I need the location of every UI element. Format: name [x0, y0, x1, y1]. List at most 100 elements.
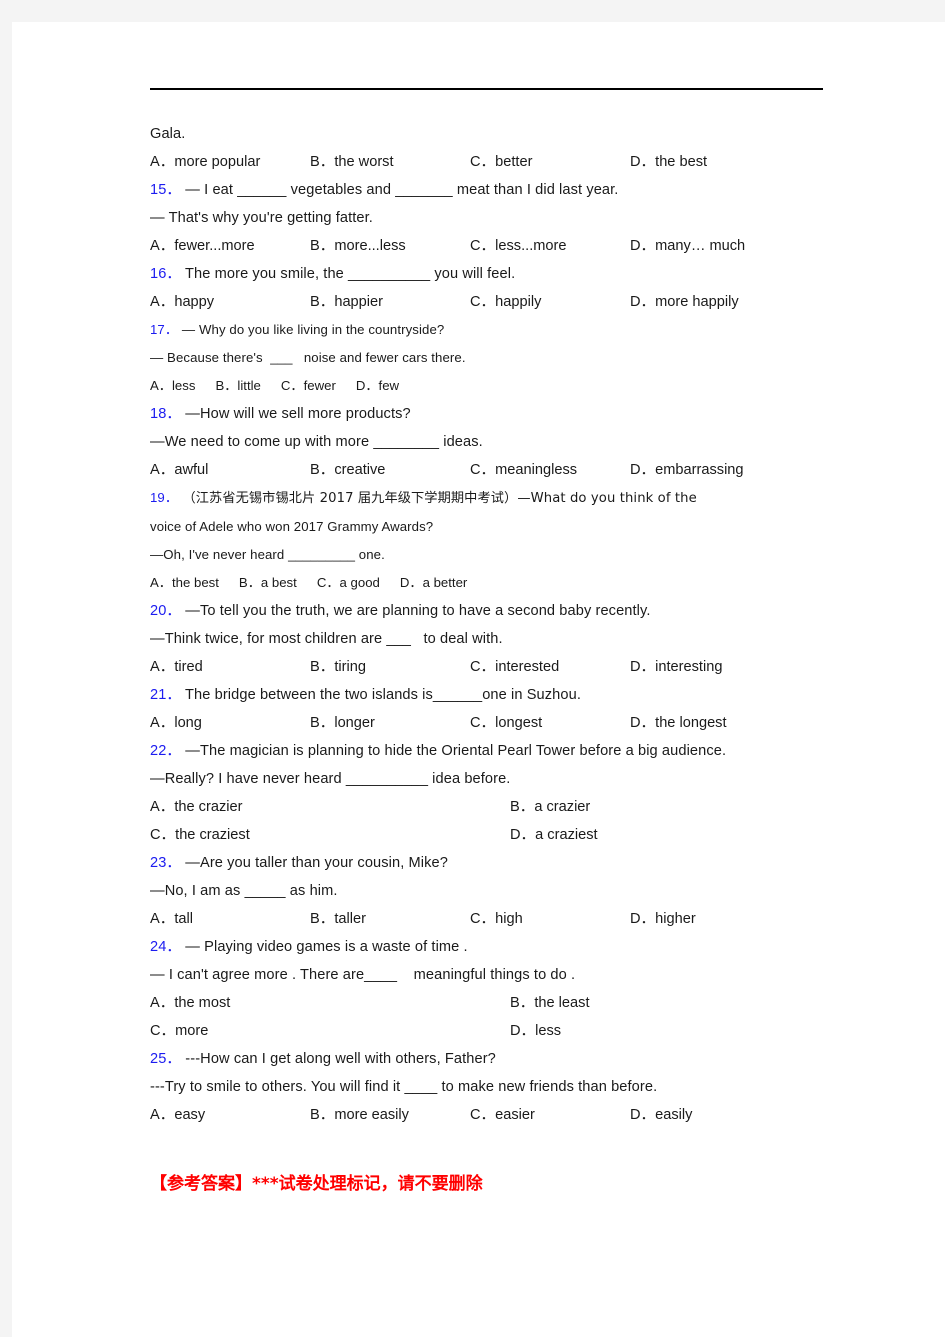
question-options: A．long B．longer C．longest D．the longest — [150, 709, 825, 737]
question-number: 20． — [150, 603, 182, 619]
option-b[interactable]: B．the worst — [310, 148, 470, 176]
question-options: A．tired B．tiring C．interested D．interesting — [150, 653, 825, 681]
option-c[interactable]: C．interested — [470, 653, 630, 681]
question-stem-text: —Are you taller than your cousin, Mike? — [181, 855, 448, 871]
question-options: A．the best B．a best C．a good D．a better — [150, 569, 825, 597]
question-stem-text: — Why do you like living in the countrys… — [178, 322, 445, 337]
carryover-stem: Gala. — [150, 126, 186, 142]
carryover-options: A．more popular B．the worst C．better D．th… — [150, 148, 825, 176]
option-b[interactable]: B．the least — [510, 989, 825, 1017]
question-block: 22． —The magician is planning to hide th… — [150, 737, 825, 849]
question-options: A．the most B．the least C．more D．less — [150, 989, 825, 1045]
question-number: 22． — [150, 743, 182, 759]
option-c[interactable]: C．easier — [470, 1101, 630, 1129]
option-d[interactable]: D．few — [356, 378, 399, 393]
question-stem: 20． —To tell you the truth, we are plann… — [150, 597, 825, 625]
option-b[interactable]: B．happier — [310, 288, 470, 316]
option-b[interactable]: B．little — [215, 378, 260, 393]
option-c[interactable]: C．better — [470, 148, 630, 176]
question-block: 17． — Why do you like living in the coun… — [150, 316, 825, 400]
question-stem-text: — Playing video games is a waste of time… — [181, 939, 468, 955]
option-b[interactable]: B．longer — [310, 709, 470, 737]
answer-key-marker: 【参考答案】***试卷处理标记，请不要删除 — [150, 1174, 483, 1194]
option-c[interactable]: C．high — [470, 905, 630, 933]
option-a[interactable]: A．less — [150, 378, 195, 393]
option-a[interactable]: A．fewer...more — [150, 232, 310, 260]
question-stem-continued: —Oh, I've never heard _________ one. — [150, 547, 385, 562]
question-options: A．fewer...more B．more...less C．less...more… — [150, 232, 825, 260]
option-d[interactable]: D．embarrassing — [630, 456, 825, 484]
option-c[interactable]: C．happily — [470, 288, 630, 316]
option-d[interactable]: D．more happily — [630, 288, 825, 316]
option-a[interactable]: A．long — [150, 709, 310, 737]
option-a[interactable]: A．awful — [150, 456, 310, 484]
question-stem-text: —The magician is planning to hide the Or… — [181, 743, 727, 759]
question-stem-continued: ---Try to smile to others. You will find… — [150, 1079, 658, 1095]
option-b[interactable]: B．more easily — [310, 1101, 470, 1129]
question-block: 15． — I eat ______ vegetables and ______… — [150, 176, 825, 260]
question-options: A．tall B．taller C．high D．higher — [150, 905, 825, 933]
option-d[interactable]: D．the best — [630, 148, 825, 176]
question-stem: 16． The more you smile, the __________ y… — [150, 260, 825, 288]
option-b[interactable]: B．taller — [310, 905, 470, 933]
option-c[interactable]: C．meaningless — [470, 456, 630, 484]
question-stem-continued: —We need to come up with more ________ i… — [150, 434, 483, 450]
question-stem-continued: — That's why you're getting fatter. — [150, 210, 373, 226]
question-number: 23． — [150, 855, 182, 871]
option-c[interactable]: C．the craziest — [150, 821, 510, 849]
option-d[interactable]: D．a craziest — [510, 821, 825, 849]
option-b[interactable]: B．a best — [239, 575, 297, 590]
option-a[interactable]: A．the most — [150, 989, 510, 1017]
header-divider — [150, 88, 823, 90]
document-page: Gala. A．more popular B．the worst C．bette… — [12, 22, 945, 1337]
option-c[interactable]: C．fewer — [281, 378, 336, 393]
question-number: 15． — [150, 182, 182, 198]
option-d[interactable]: D．less — [510, 1017, 825, 1045]
option-d[interactable]: D．a better — [400, 575, 467, 590]
question-stem-text: ---How can I get along well with others,… — [181, 1051, 496, 1067]
option-a[interactable]: A．happy — [150, 288, 310, 316]
question-block: 20． —To tell you the truth, we are plann… — [150, 597, 825, 681]
question-block: 18． —How will we sell more products? —We … — [150, 400, 825, 484]
question-block: 25． ---How can I get along well with oth… — [150, 1045, 825, 1129]
option-b[interactable]: B．a crazier — [510, 793, 825, 821]
question-number: 19． — [150, 490, 179, 505]
option-a[interactable]: A．more popular — [150, 148, 310, 176]
option-b[interactable]: B．more...less — [310, 232, 470, 260]
question-stem-continued: — Because there's ___ noise and fewer ca… — [150, 350, 466, 365]
document-content: Gala. A．more popular B．the worst C．bette… — [150, 88, 825, 1194]
question-stem: 15． — I eat ______ vegetables and ______… — [150, 176, 825, 204]
question-stem-continued: voice of Adele who won 2017 Grammy Award… — [150, 519, 434, 534]
option-d[interactable]: D．the longest — [630, 709, 825, 737]
option-d[interactable]: D．higher — [630, 905, 825, 933]
question-number: 24． — [150, 939, 182, 955]
option-d[interactable]: D．easily — [630, 1101, 825, 1129]
option-c[interactable]: C．a good — [317, 575, 380, 590]
question-block: 23． —Are you taller than your cousin, Mi… — [150, 849, 825, 933]
question-options: A．less B．little C．fewer D．few — [150, 372, 825, 400]
option-a[interactable]: A．easy — [150, 1101, 310, 1129]
option-b[interactable]: B．creative — [310, 456, 470, 484]
question-stem-text: — I eat ______ vegetables and _______ me… — [181, 182, 619, 198]
option-c[interactable]: C．longest — [470, 709, 630, 737]
option-c[interactable]: C．less...more — [470, 232, 630, 260]
option-d[interactable]: D．interesting — [630, 653, 825, 681]
question-stem: 24． — Playing video games is a waste of … — [150, 933, 825, 961]
option-a[interactable]: A．tired — [150, 653, 310, 681]
question-options: A．happy B．happier C．happily D．more happily — [150, 288, 825, 316]
option-b[interactable]: B．tiring — [310, 653, 470, 681]
question-stem: 18． —How will we sell more products? — [150, 400, 825, 428]
option-a[interactable]: A．the best — [150, 575, 219, 590]
option-d[interactable]: D．many… much — [630, 232, 825, 260]
question-options: A．awful B．creative C．meaningless D．embarras… — [150, 456, 825, 484]
question-block: 24． — Playing video games is a waste of … — [150, 933, 825, 1045]
question-number: 21． — [150, 687, 182, 703]
option-a[interactable]: A．tall — [150, 905, 310, 933]
question-options: A．easy B．more easily C．easier D．easily — [150, 1101, 825, 1129]
question-number: 25． — [150, 1051, 182, 1067]
question-stem-text: The more you smile, the __________ you w… — [181, 266, 516, 282]
question-stem-continued: —No, I am as _____ as him. — [150, 883, 338, 899]
option-a[interactable]: A．the crazier — [150, 793, 510, 821]
question-stem-text: The bridge between the two islands is___… — [181, 687, 581, 703]
option-c[interactable]: C．more — [150, 1017, 510, 1045]
